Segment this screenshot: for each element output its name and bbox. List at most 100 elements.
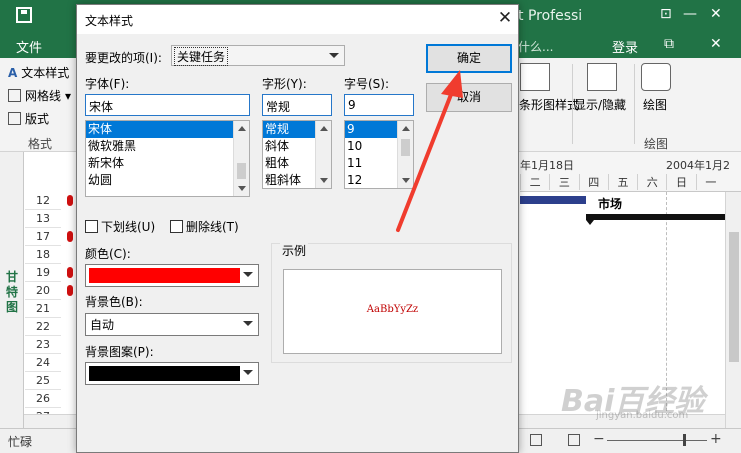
watermark-url: jingyan.baidu.com bbox=[596, 410, 689, 421]
gantt-view-icon[interactable] bbox=[530, 434, 542, 446]
font-size-input-value: 9 bbox=[348, 98, 356, 112]
font-style-label: 字形(Y): bbox=[262, 77, 307, 91]
gridlines-command[interactable]: 网格线 ▾ bbox=[8, 87, 71, 104]
scroll-down-icon[interactable] bbox=[320, 178, 328, 183]
critical-task-icon bbox=[63, 282, 77, 300]
zoom-in-icon[interactable]: + bbox=[710, 431, 722, 447]
tell-me-box[interactable]: 什么... bbox=[518, 38, 553, 55]
zoom-out-icon[interactable]: − bbox=[593, 431, 605, 447]
row-number[interactable]: 12 bbox=[25, 192, 61, 210]
indicator-cell bbox=[63, 336, 77, 354]
font-size-label: 字号(S): bbox=[344, 77, 390, 91]
color-swatch bbox=[89, 268, 240, 283]
underline-checkbox[interactable]: 下划线(U) bbox=[85, 218, 155, 235]
item-to-change-select[interactable]: 关键任务 bbox=[171, 45, 345, 66]
row-number[interactable]: 19 bbox=[25, 264, 61, 282]
cancel-button[interactable]: 取消 bbox=[426, 83, 512, 112]
window-close-icon[interactable]: ✕ bbox=[710, 6, 722, 22]
background-color-label: 背景色(B): bbox=[85, 295, 143, 309]
dialog-title: 文本样式 bbox=[85, 14, 134, 28]
timescale-day: 四 bbox=[578, 174, 608, 190]
summary-bar[interactable] bbox=[586, 214, 725, 225]
font-style-input[interactable]: 常规 bbox=[262, 94, 332, 116]
list-item[interactable]: 幼圆 bbox=[86, 172, 249, 189]
restore-icon[interactable]: ⧉ bbox=[664, 36, 674, 52]
row-number[interactable]: 22 bbox=[25, 318, 61, 336]
zoom-slider[interactable] bbox=[607, 440, 707, 441]
dialog-close-icon[interactable]: ✕ bbox=[495, 8, 515, 28]
ribbon-divider bbox=[634, 64, 635, 144]
group-label-drawing: 绘图 bbox=[644, 137, 669, 151]
background-color-select[interactable]: 自动 bbox=[85, 313, 259, 336]
scrollbar-thumb[interactable] bbox=[237, 163, 246, 179]
vertical-scrollbar[interactable] bbox=[725, 192, 741, 428]
timescale-day: 二 bbox=[520, 174, 549, 190]
ribbon-divider bbox=[572, 64, 573, 144]
zoom-slider-thumb[interactable] bbox=[683, 434, 686, 446]
row-number[interactable]: 25 bbox=[25, 372, 61, 390]
minimize-icon[interactable]: — bbox=[683, 6, 697, 22]
drawing-icon bbox=[641, 63, 671, 91]
show-hide-button[interactable]: 显示/隐藏 bbox=[574, 96, 626, 113]
font-size-input[interactable]: 9 bbox=[344, 94, 414, 116]
scroll-down-icon[interactable] bbox=[238, 186, 246, 191]
row-number[interactable]: 26 bbox=[25, 390, 61, 408]
scroll-up-icon[interactable] bbox=[320, 126, 328, 131]
row-number[interactable]: 24 bbox=[25, 354, 61, 372]
status-text: 忙碌 bbox=[8, 435, 33, 449]
font-size-list[interactable]: 9 10 11 12 bbox=[344, 120, 414, 189]
scroll-up-icon[interactable] bbox=[402, 126, 410, 131]
ribbon-display-icon[interactable]: ⊡ bbox=[660, 6, 672, 22]
row-number[interactable]: 17 bbox=[25, 228, 61, 246]
ok-button[interactable]: 确定 bbox=[426, 44, 512, 73]
row-number[interactable]: 18 bbox=[25, 246, 61, 264]
list-item[interactable]: 宋体 bbox=[86, 121, 249, 138]
drawing-button[interactable]: 绘图 bbox=[643, 96, 667, 113]
item-to-change-label: 要更改的项(I): bbox=[85, 51, 162, 65]
login-link[interactable]: 登录 bbox=[612, 37, 638, 56]
font-list[interactable]: 宋体 微软雅黑 新宋体 幼圆 bbox=[85, 120, 250, 197]
task-usage-icon[interactable] bbox=[568, 434, 580, 446]
checkbox-box[interactable] bbox=[170, 220, 183, 233]
indicator-cell bbox=[63, 354, 77, 372]
background-pattern-select[interactable] bbox=[85, 362, 259, 385]
text-style-command[interactable]: A 文本样式 bbox=[8, 64, 69, 81]
font-size-list-scrollbar[interactable] bbox=[397, 121, 413, 188]
sample-group: 示例 AaBbYyZz bbox=[271, 242, 512, 363]
row-number[interactable]: 21 bbox=[25, 300, 61, 318]
font-list-scrollbar[interactable] bbox=[233, 121, 249, 196]
indicator-cell bbox=[63, 210, 77, 228]
scrollbar-thumb[interactable] bbox=[401, 139, 410, 156]
font-style-list-scrollbar[interactable] bbox=[315, 121, 331, 188]
tab-file[interactable]: 文件 bbox=[16, 37, 42, 56]
row-number[interactable]: 20 bbox=[25, 282, 61, 300]
list-item[interactable]: 微软雅黑 bbox=[86, 138, 249, 155]
scrollbar-thumb[interactable] bbox=[729, 232, 739, 362]
strikethrough-label: 删除线(T) bbox=[186, 220, 239, 234]
save-icon[interactable] bbox=[16, 7, 32, 23]
timescale-day: 五 bbox=[607, 174, 637, 190]
chevron-down-icon bbox=[329, 53, 339, 58]
bar-style-button[interactable]: 条形图样式 bbox=[519, 96, 579, 113]
font-style-list[interactable]: 常规 斜体 粗体 粗斜体 bbox=[262, 120, 332, 189]
item-to-change-value: 关键任务 bbox=[174, 47, 229, 66]
font-input[interactable]: 宋体 bbox=[85, 94, 250, 116]
text-style-icon: A bbox=[8, 65, 18, 80]
list-item[interactable]: 新宋体 bbox=[86, 155, 249, 172]
timescale-days: 二三四五六日一 bbox=[520, 174, 725, 190]
view-label: 甘特图 bbox=[5, 270, 18, 314]
close-icon[interactable]: ✕ bbox=[710, 36, 722, 52]
color-select[interactable] bbox=[85, 264, 259, 287]
font-style-input-value: 常规 bbox=[266, 100, 291, 114]
layout-command[interactable]: 版式 bbox=[8, 110, 49, 127]
window-title: t Professi bbox=[518, 8, 583, 24]
gantt-bar[interactable] bbox=[520, 196, 586, 204]
checkbox-box[interactable] bbox=[85, 220, 98, 233]
text-style-dialog: 文本样式 ✕ 要更改的项(I): 关键任务 确定 取消 字体(F): 宋体 宋体… bbox=[76, 4, 519, 453]
row-number[interactable]: 13 bbox=[25, 210, 61, 228]
timescale-day: 六 bbox=[637, 174, 666, 190]
row-number[interactable]: 23 bbox=[25, 336, 61, 354]
strikethrough-checkbox[interactable]: 删除线(T) bbox=[170, 218, 239, 235]
scroll-down-icon[interactable] bbox=[402, 178, 410, 183]
scroll-up-icon[interactable] bbox=[238, 126, 246, 131]
